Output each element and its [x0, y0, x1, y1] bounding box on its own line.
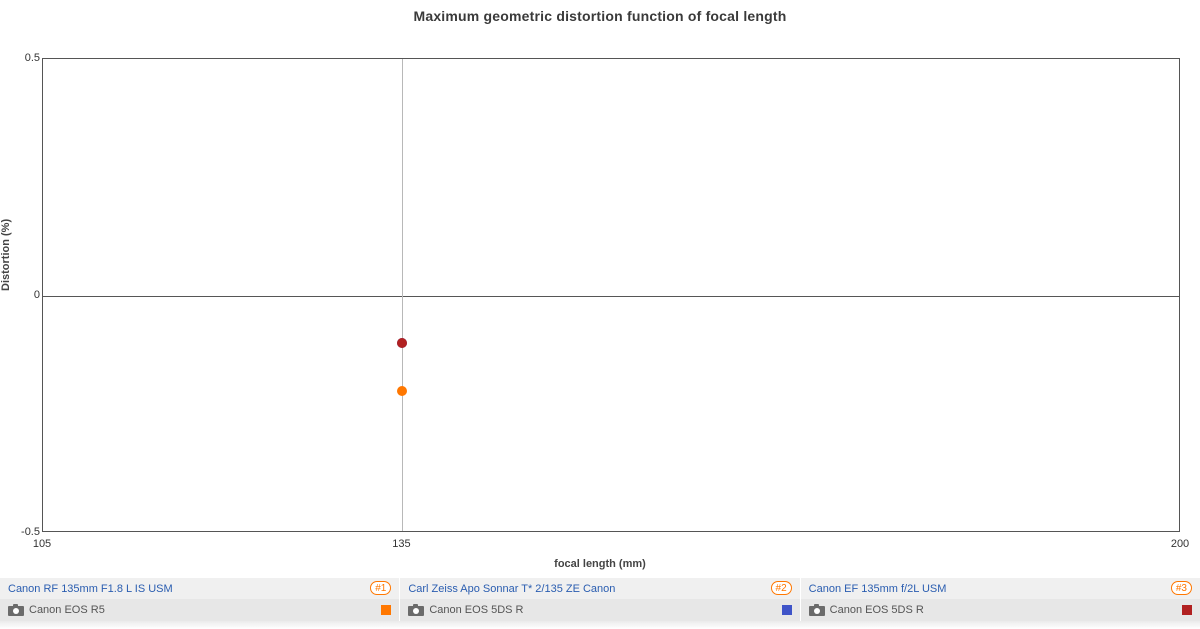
color-swatch: [782, 605, 792, 615]
camera-icon: [809, 604, 825, 616]
legend: Canon RF 135mm F1.8 L IS USM #1 Canon EO…: [0, 578, 1200, 621]
legend-camera-1[interactable]: Canon EOS R5: [0, 599, 399, 621]
camera-icon: [8, 604, 24, 616]
legend-lens-1[interactable]: Canon RF 135mm F1.8 L IS USM #1: [0, 578, 399, 599]
color-swatch: [1182, 605, 1192, 615]
datapoint-series3: [397, 338, 407, 348]
lens-link[interactable]: Carl Zeiss Apo Sonnar T* 2/135 ZE Canon: [408, 583, 615, 595]
ytick-bottom: -0.5: [21, 526, 40, 538]
lens-link[interactable]: Canon RF 135mm F1.8 L IS USM: [8, 583, 173, 595]
legend-lens-3[interactable]: Canon EF 135mm f/2L USM #3: [801, 578, 1200, 599]
camera-icon: [408, 604, 424, 616]
rank-badge: #1: [370, 581, 391, 595]
rank-badge: #3: [1171, 581, 1192, 595]
chart-title: Maximum geometric distortion function of…: [0, 0, 1200, 26]
legend-shadow: [0, 621, 1200, 629]
xtick-105: 105: [33, 538, 51, 550]
legend-camera-3[interactable]: Canon EOS 5DS R: [801, 599, 1200, 621]
legend-col-2: Carl Zeiss Apo Sonnar T* 2/135 ZE Canon …: [400, 578, 800, 621]
x-axis-label: focal length (mm): [0, 558, 1200, 570]
camera-name: Canon EOS 5DS R: [830, 604, 924, 616]
xtick-200: 200: [1171, 538, 1189, 550]
camera-name: Canon EOS 5DS R: [429, 604, 523, 616]
xtick-135: 135: [392, 538, 410, 550]
y-axis-label: Distortion (%): [0, 219, 12, 291]
legend-camera-2[interactable]: Canon EOS 5DS R: [400, 599, 799, 621]
chart-area: 0.5 0 -0.5 105 135 200 Distortion (%) fo…: [0, 26, 1200, 581]
legend-lens-2[interactable]: Carl Zeiss Apo Sonnar T* 2/135 ZE Canon …: [400, 578, 799, 599]
ytick-top: 0.5: [25, 52, 40, 64]
datapoint-series1: [397, 386, 407, 396]
lens-link[interactable]: Canon EF 135mm f/2L USM: [809, 583, 947, 595]
plot-region: [42, 58, 1180, 532]
gridline-x135: [402, 59, 403, 531]
color-swatch: [381, 605, 391, 615]
camera-name: Canon EOS R5: [29, 604, 105, 616]
gridline-y0: [43, 296, 1179, 297]
legend-col-1: Canon RF 135mm F1.8 L IS USM #1 Canon EO…: [0, 578, 400, 621]
rank-badge: #2: [771, 581, 792, 595]
legend-col-3: Canon EF 135mm f/2L USM #3 Canon EOS 5DS…: [801, 578, 1200, 621]
ytick-mid: 0: [34, 289, 40, 301]
